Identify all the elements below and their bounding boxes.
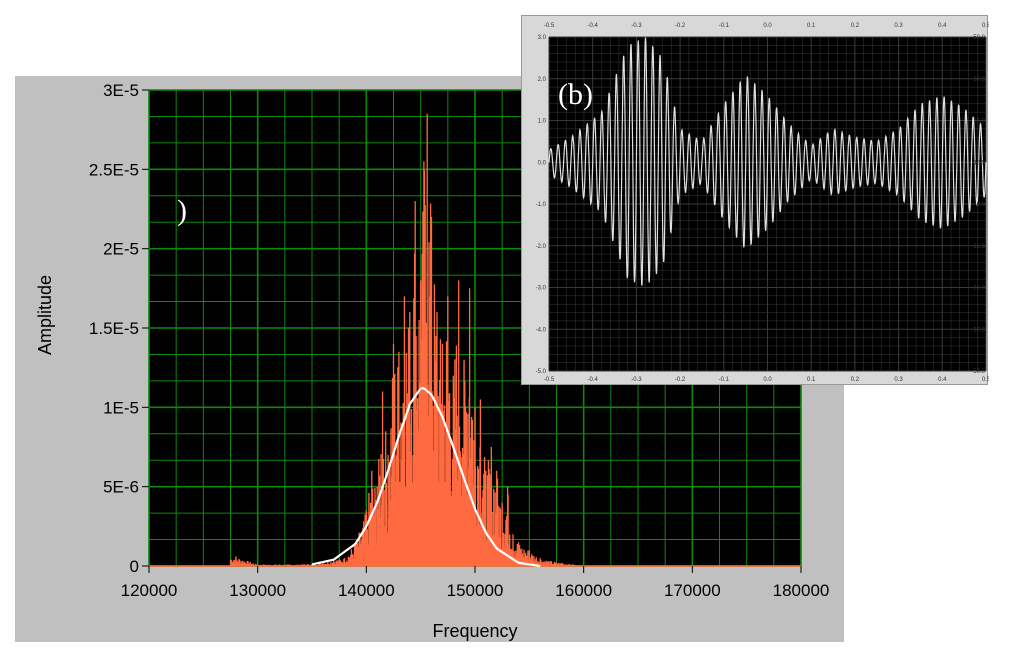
inset-x-tick-top: -0.4 [588,23,599,29]
inset-y-tick-right: 50.0 [973,35,985,41]
inset-y-tick-left: 3.0 [538,35,547,41]
inset-x-tick-top: 0.2 [851,23,860,29]
y-tick-label: 1.5E-5 [89,319,139,338]
inset-y-tick-right: -25.0 [971,286,985,292]
x-tick-label: 160000 [555,581,612,600]
inset-x-tick-top: 0.5 [982,23,989,29]
inset-x-tick-bottom: -0.4 [588,377,599,383]
inset-x-tick-top: 0.3 [894,23,903,29]
inset-x-tick-bottom: 0.5 [982,377,989,383]
x-tick-label: 180000 [773,581,830,600]
inset-y-tick-left: 0.0 [538,160,547,166]
inset-y-tick-right: -50.0 [971,369,985,375]
inset-x-tick-bottom: -0.1 [719,377,730,383]
inset-x-tick-top: 0.4 [938,23,947,29]
inset-x-tick-bottom: 0.1 [807,377,816,383]
x-tick-label: 130000 [229,581,286,600]
inset-x-tick-bottom: 0.0 [763,377,772,383]
inset-x-tick-bottom: -0.3 [631,377,642,383]
inset-y-tick-left: -3.0 [536,286,547,292]
inset-x-tick-bottom: 0.3 [894,377,903,383]
x-tick-label: 170000 [664,581,721,600]
inset-y-tick-left: -5.0 [536,369,547,375]
inset-x-tick-top: -0.3 [631,23,642,29]
inset-y-tick-right: 0.0 [977,202,986,208]
y-tick-label: 2.5E-5 [89,160,139,179]
x-axis-title: Frequency [432,621,517,641]
y-axis-ticks: 0 5E-6 1E-5 1.5E-5 2E-5 2.5E-5 3E-5 [89,81,149,576]
inset-y-tick-left: 2.0 [538,77,547,83]
y-tick-label: 0 [130,557,139,576]
x-tick-label: 150000 [447,581,504,600]
inset-x-tick-bottom: -0.2 [675,377,686,383]
inset-y-tick-right: 37.5 [973,77,985,83]
y-axis-title: Amplitude [35,275,55,355]
waveform-inset-chart: -0.5 -0.4 -0.3 -0.2 -0.1 0.0 0.1 0.2 0.3 0.4 0.5 -0… [536,23,989,383]
y-tick-label: 3E-5 [103,81,139,100]
inset-x-tick-top: 0.1 [807,23,816,29]
panel-b-label: (b) [558,78,593,111]
inset-x-tick-top: 0.0 [763,23,772,29]
inset-x-tick-bottom: 0.2 [851,377,860,383]
y-tick-label: 2E-5 [103,240,139,259]
inset-x-tick-top: -0.2 [675,23,686,29]
x-tick-label: 120000 [121,581,178,600]
x-axis-ticks: 120000 130000 140000 150000 160000 170000 1800… [121,566,830,600]
inset-y-tick-right: -12.5 [971,244,985,250]
inset-y-tick-right: -37.5 [971,327,985,333]
inset-x-tick-top: -0.1 [719,23,730,29]
y-tick-label: 5E-6 [103,478,139,497]
inset-y-tick-right: 12.5 [973,160,985,166]
y-tick-label: 1E-5 [103,398,139,417]
inset-x-tick-bottom: -0.5 [544,377,555,383]
inset-y-tick-left: -1.0 [536,202,547,208]
inset-x-tick-bottom: 0.4 [938,377,947,383]
inset-y-tick-right: 25.0 [973,119,985,125]
waveform-inset-panel: -0.5 -0.4 -0.3 -0.2 -0.1 0.0 0.1 0.2 0.3 0.4 0.5 -0… [521,15,989,385]
inset-grid [548,36,987,372]
inset-y-tick-left: -2.0 [536,244,547,250]
panel-a-label: ) [177,194,187,227]
inset-y-tick-left: -4.0 [536,327,547,333]
x-tick-label: 140000 [338,581,395,600]
inset-x-tick-top: -0.5 [544,23,555,29]
inset-y-tick-left: 1.0 [538,119,547,125]
